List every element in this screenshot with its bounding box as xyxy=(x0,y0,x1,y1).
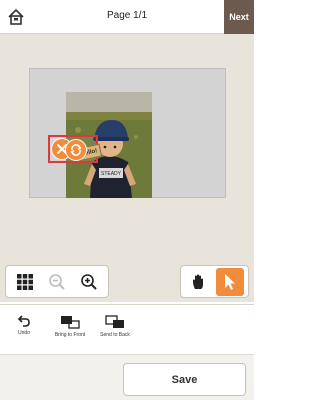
edit-toolbar: Undo Bring to Front Send to Back xyxy=(0,304,254,354)
send-to-back-icon xyxy=(105,315,124,328)
grid-view-button[interactable] xyxy=(11,268,39,296)
save-button[interactable]: Save xyxy=(123,363,246,396)
send-to-back-button[interactable]: Send to Back xyxy=(95,315,135,338)
rotate-handle[interactable] xyxy=(65,139,87,161)
grid-icon xyxy=(17,273,33,290)
bring-to-front-button[interactable]: Bring to Front xyxy=(50,315,90,338)
zoom-in-button[interactable] xyxy=(75,268,103,296)
undo-icon xyxy=(17,315,30,327)
bring-to-front-label: Bring to Front xyxy=(54,332,86,338)
rotate-icon xyxy=(70,144,82,156)
send-to-back-label: Send to Back xyxy=(100,332,130,338)
pointer-icon xyxy=(225,273,236,290)
next-button[interactable]: Next xyxy=(224,0,254,34)
bring-to-front-icon xyxy=(61,316,80,329)
zoom-in-icon xyxy=(81,273,97,290)
zoom-out-icon xyxy=(49,273,65,290)
save-bar: Save xyxy=(0,354,254,400)
tool-mode-controls xyxy=(180,265,249,298)
top-bar: Page 1/1 Next xyxy=(0,0,254,34)
zoom-out-button[interactable] xyxy=(43,268,71,296)
undo-button[interactable]: Undo xyxy=(14,315,34,336)
page-title: Page 1/1 xyxy=(106,10,148,21)
home-icon xyxy=(8,8,24,25)
undo-label: Undo xyxy=(18,330,30,336)
pointer-tool-button[interactable] xyxy=(216,267,245,296)
view-controls xyxy=(5,265,109,298)
hand-icon xyxy=(192,274,203,289)
hand-tool-button[interactable] xyxy=(185,268,213,296)
svg-text:STEADY: STEADY xyxy=(101,171,122,177)
home-button[interactable] xyxy=(5,6,27,28)
